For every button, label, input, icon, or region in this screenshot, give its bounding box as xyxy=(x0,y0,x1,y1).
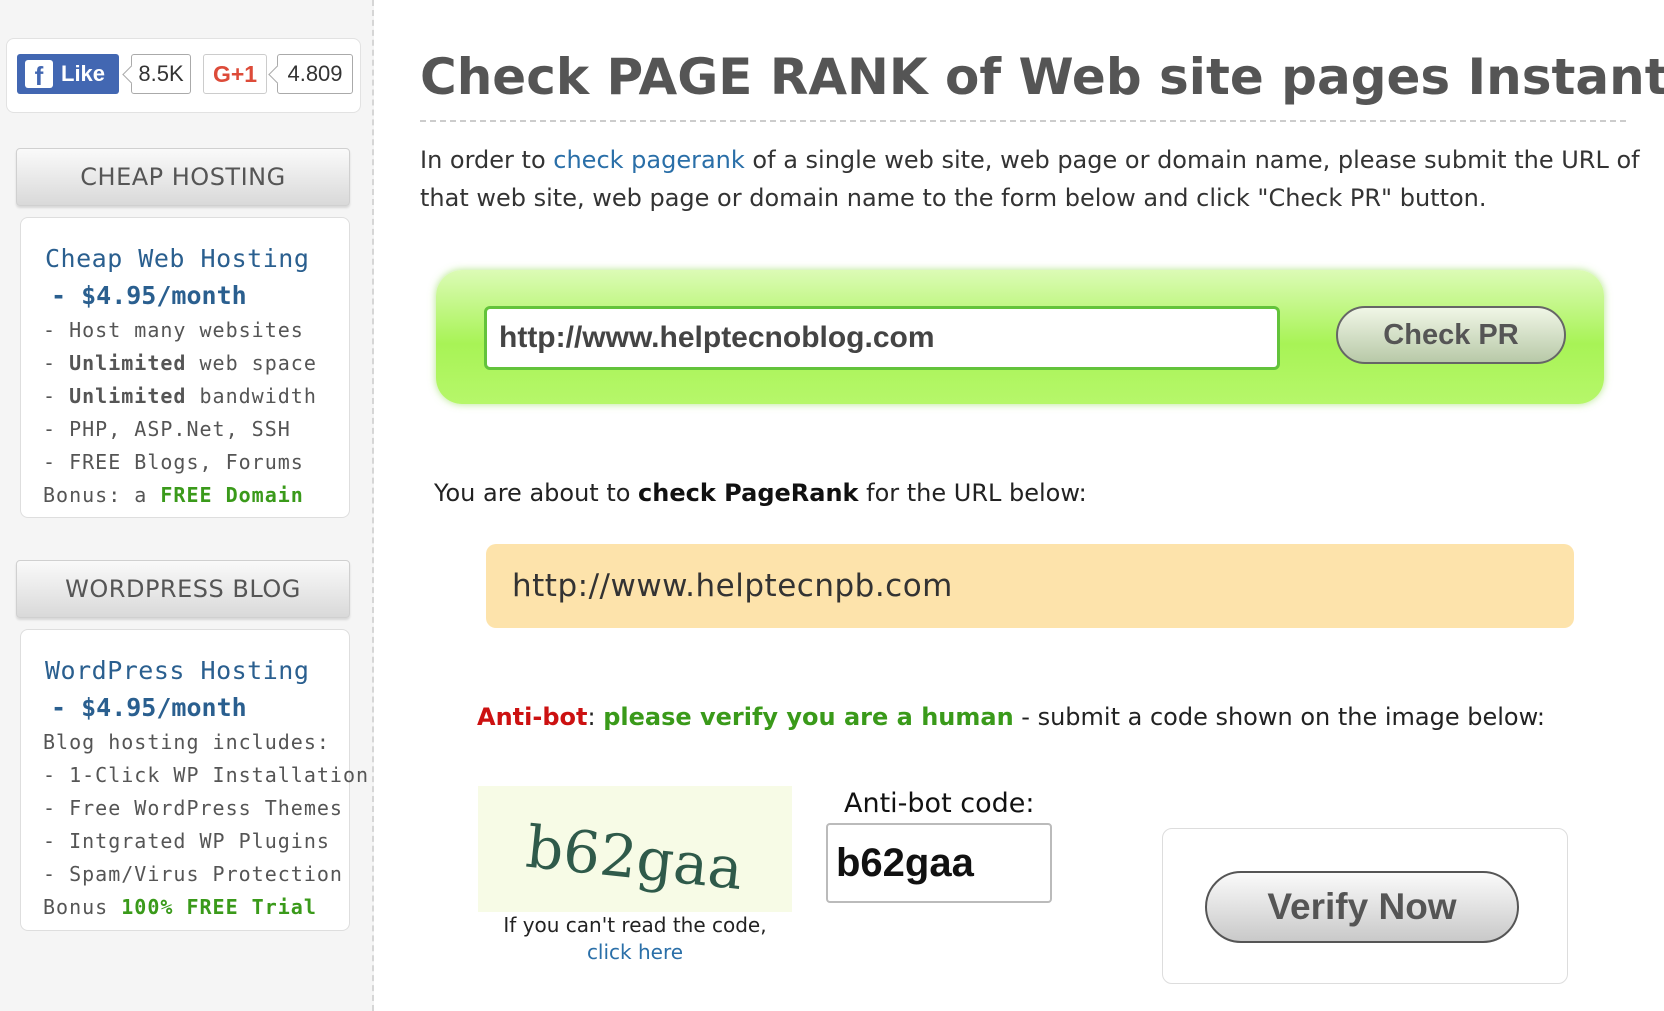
page-title: Check PAGE RANK of Web site pages Instan… xyxy=(420,48,1664,122)
intro-text: In order to check pagerank of a single w… xyxy=(420,146,1640,212)
sidebar: f Like 8.5K G+1 4.809 CHEAP HOSTING Chea… xyxy=(0,0,374,1011)
antibot-label: Anti-bot xyxy=(477,703,588,731)
verify-box: Verify Now xyxy=(1162,828,1568,984)
feature-item: - 1-Click WP Installation xyxy=(43,763,370,787)
refresh-captcha-link[interactable]: click here xyxy=(450,939,820,966)
cheap-hosting-header: CHEAP HOSTING xyxy=(16,148,350,206)
feature-item: - Spam/Virus Protection xyxy=(43,862,343,886)
google-plus-button[interactable]: G+1 xyxy=(203,54,267,94)
feature-item: - Unlimited bandwidth xyxy=(43,384,317,408)
google-plus-count: 4.809 xyxy=(277,54,353,94)
feature-item: - Free WordPress Themes xyxy=(43,796,343,820)
check-pr-button[interactable]: Check PR xyxy=(1336,306,1566,364)
wordpress-hosting-box: WordPress Hosting - $4.95/month Blog hos… xyxy=(20,629,370,931)
wordpress-blog-header: WORDPRESS BLOG xyxy=(16,560,350,618)
feature-item: Blog hosting includes: xyxy=(43,730,330,754)
wordpress-hosting-price[interactable]: - $4.95/month xyxy=(43,689,349,726)
verify-human-text: please verify you are a human xyxy=(603,703,1014,731)
wordpress-hosting-link[interactable]: WordPress Hosting xyxy=(45,652,349,689)
url-form-panel: Check PR xyxy=(436,270,1604,404)
antibot-instructions: Anti-bot: please verify you are a human … xyxy=(477,703,1546,731)
wordpress-hosting-features: Blog hosting includes: - 1-Click WP Inst… xyxy=(43,726,370,924)
facebook-like-button[interactable]: f Like xyxy=(17,54,119,94)
feature-item: - FREE Blogs, Forums xyxy=(43,450,304,474)
captcha-image: b62gaa xyxy=(478,786,792,912)
bonus-line: Bonus: a FREE Domain xyxy=(43,483,304,507)
about-to-check-text: You are about to check PageRank for the … xyxy=(434,479,1087,507)
cheap-hosting-link[interactable]: Cheap Web Hosting xyxy=(45,240,349,277)
cheap-hosting-box: Cheap Web Hosting - $4.95/month - Host m… xyxy=(20,217,350,518)
url-to-check-display: http://www.helptecnpb.com xyxy=(486,544,1574,628)
antibot-code-label: Anti-bot code: xyxy=(844,788,1035,819)
antibot-code-input[interactable] xyxy=(826,823,1052,903)
verify-now-button[interactable]: Verify Now xyxy=(1205,871,1519,943)
feature-item: - Intgrated WP Plugins xyxy=(43,829,330,853)
facebook-icon: f xyxy=(25,60,53,88)
bonus-highlight: FREE Domain xyxy=(160,483,304,507)
facebook-like-count: 8.5K xyxy=(131,54,191,94)
bonus-line: Bonus 100% FREE Trial xyxy=(43,895,317,919)
feature-item: - Host many websites xyxy=(43,318,304,342)
feature-item: - Unlimited web space xyxy=(43,351,317,375)
feature-item: - PHP, ASP.Net, SSH xyxy=(43,417,291,441)
url-input[interactable] xyxy=(484,306,1280,370)
captcha-help-text: If you can't read the code, xyxy=(503,913,767,937)
bonus-highlight: 100% FREE Trial xyxy=(121,895,317,919)
social-share-bar: f Like 8.5K G+1 4.809 xyxy=(6,38,361,113)
cheap-hosting-features: - Host many websites - Unlimited web spa… xyxy=(43,314,349,512)
cheap-hosting-price[interactable]: - $4.95/month xyxy=(43,277,349,314)
facebook-like-label: Like xyxy=(61,61,106,86)
captcha-help: If you can't read the code, click here xyxy=(450,912,820,966)
check-pagerank-link[interactable]: check pagerank xyxy=(553,146,745,174)
